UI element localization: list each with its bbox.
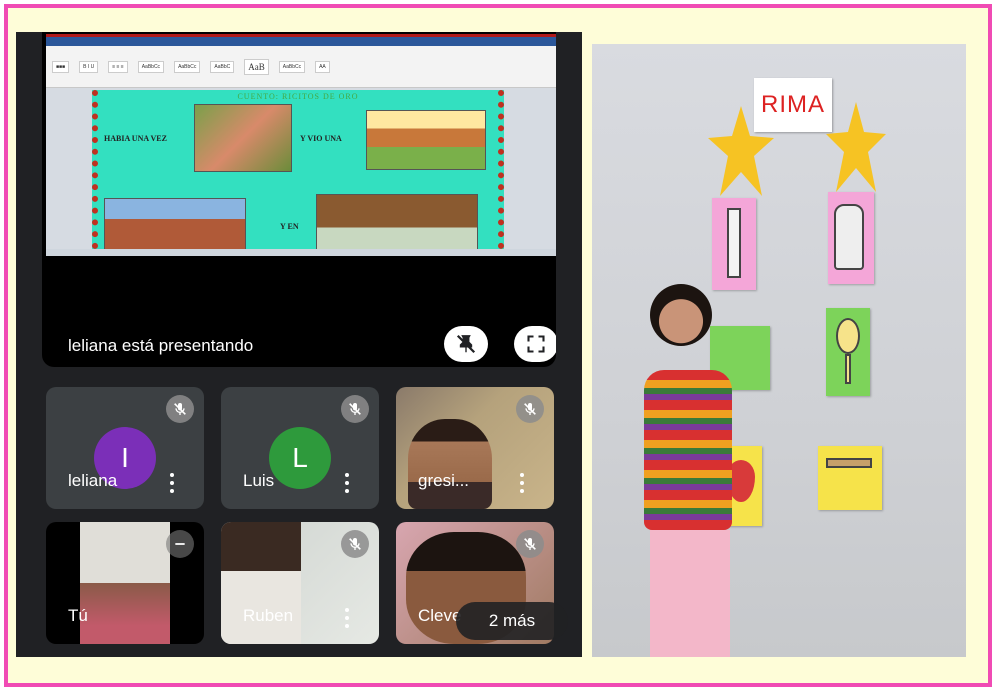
participant-tile[interactable]: I leliana — [46, 387, 204, 509]
participant-name: Ruben — [243, 606, 294, 625]
participant-tile[interactable]: L Luis — [221, 387, 379, 509]
mirror-card — [826, 308, 870, 396]
mic-off-icon — [516, 530, 544, 558]
mic-off-icon — [516, 395, 544, 423]
story-text-3: Y EN — [280, 222, 299, 231]
document-area: CUENTO: RICITOS DE ORO HABIA UNA VEZ Y V… — [46, 88, 556, 249]
word-status-bar — [46, 249, 556, 256]
fullscreen-icon — [527, 335, 545, 353]
word-title-bar — [46, 34, 556, 46]
classroom-photo: RIMA — [592, 44, 966, 657]
house-illustration — [366, 110, 486, 170]
mic-off-icon — [341, 530, 369, 558]
participant-video — [408, 419, 492, 509]
more-participants-button[interactable]: 2 más — [456, 602, 568, 640]
toothbrush-card — [712, 198, 756, 290]
girl-illustration — [194, 104, 292, 172]
ribbon-style: AaBbCc — [278, 60, 306, 73]
chairs-illustration — [104, 198, 246, 249]
presentation-view[interactable]: ■■■ B I U ≡ ≡ ≡ AaBbCc AaBbCc AaBbC AaB … — [42, 32, 556, 367]
document-page: CUENTO: RICITOS DE ORO HABIA UNA VEZ Y V… — [92, 90, 504, 249]
self-video — [80, 522, 170, 644]
shared-document-window: ■■■ B I U ≡ ≡ ≡ AaBbCc AaBbCc AaBbC AaB … — [46, 34, 556, 256]
more-options-icon[interactable] — [170, 473, 174, 493]
ribbon-style: AaBbCc — [174, 60, 201, 73]
word-ribbon: ■■■ B I U ≡ ≡ ≡ AaBbCc AaBbCc AaBbC AaB … — [46, 46, 556, 88]
ribbon-style: AaBbC — [210, 60, 235, 73]
participant-name: Luis — [243, 471, 275, 490]
participant-name: Cleve — [418, 606, 462, 625]
unpin-button[interactable] — [444, 326, 488, 362]
participant-tile[interactable]: Tú — [46, 522, 204, 644]
avatar: L — [269, 427, 331, 489]
table-card — [818, 446, 882, 510]
table-illustration — [316, 194, 478, 249]
mic-off-icon — [341, 395, 369, 423]
video-call-screen: ■■■ B I U ≡ ≡ ≡ AaBbCc AaBbCc AaBbC AaB … — [16, 32, 582, 657]
mic-off-icon — [166, 530, 194, 558]
document-title: CUENTO: RICITOS DE ORO — [237, 92, 359, 101]
star-icon — [826, 102, 886, 192]
ribbon-group: B I U — [79, 60, 99, 73]
ribbon-group: ≡ ≡ ≡ — [108, 60, 128, 73]
participant-tile[interactable]: gresi... — [396, 387, 554, 509]
child-head — [650, 284, 712, 346]
participant-tile[interactable]: Ruben — [221, 522, 379, 644]
mic-off-icon — [166, 395, 194, 423]
more-options-icon[interactable] — [520, 473, 524, 493]
ribbon-group: ■■■ — [52, 60, 70, 73]
participant-name: leliana — [68, 471, 118, 490]
more-options-icon[interactable] — [345, 473, 349, 493]
presenting-status: leliana está presentando — [68, 336, 254, 355]
participant-name: gresi... — [418, 471, 470, 490]
child-pants — [650, 530, 730, 657]
hammer-card — [828, 192, 874, 284]
ribbon-style: AaB — [244, 58, 269, 75]
ribbon-style: AaBbCc — [137, 60, 165, 73]
pin-off-icon — [456, 334, 476, 354]
story-text-1: HABIA UNA VEZ — [104, 134, 167, 143]
child-sweater — [644, 370, 732, 530]
story-text-2: Y VIO UNA — [300, 134, 342, 143]
fullscreen-button[interactable] — [514, 326, 556, 362]
star-icon — [708, 106, 774, 196]
ribbon-style: AA — [315, 60, 330, 73]
participant-name: Tú — [68, 606, 88, 625]
more-options-icon[interactable] — [345, 608, 349, 628]
